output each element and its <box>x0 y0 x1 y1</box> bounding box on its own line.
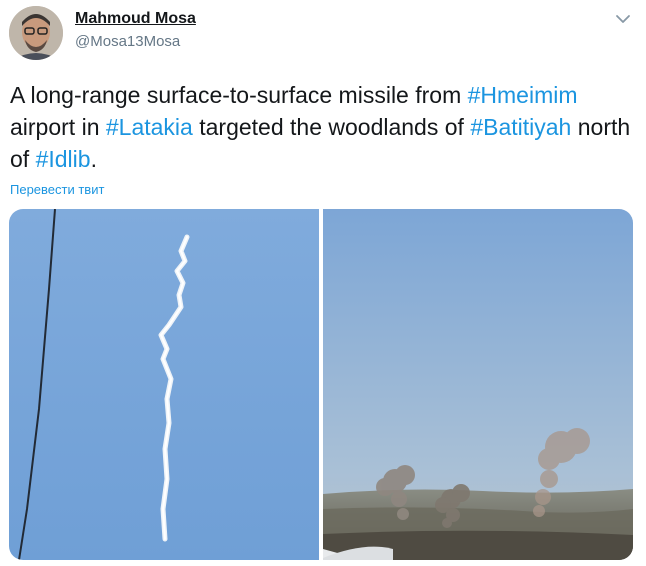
hashtag-latakia[interactable]: #Latakia <box>106 114 193 140</box>
tweet-text: A long-range surface-to-surface missile … <box>10 79 636 175</box>
media-grid <box>9 209 633 560</box>
text-part: A long-range surface-to-surface missile … <box>10 82 468 108</box>
author-name[interactable]: Mahmoud Mosa <box>75 10 196 28</box>
translate-tweet-link[interactable]: Перевести твит <box>10 182 104 197</box>
hashtag-hmeimim[interactable]: #Hmeimim <box>468 82 578 108</box>
avatar[interactable] <box>9 6 63 60</box>
photo-missile-trail[interactable] <box>9 209 319 560</box>
text-part: airport in <box>10 114 106 140</box>
chevron-down-icon[interactable] <box>614 12 632 26</box>
text-part: . <box>90 146 97 172</box>
hashtag-batitiyah[interactable]: #Batitiyah <box>470 114 571 140</box>
hashtag-idlib[interactable]: #Idlib <box>36 146 91 172</box>
author-handle[interactable]: @Mosa13Mosa <box>75 33 180 50</box>
photo-smoke-woodlands[interactable] <box>323 209 633 560</box>
text-part: targeted the woodlands of <box>192 114 471 140</box>
